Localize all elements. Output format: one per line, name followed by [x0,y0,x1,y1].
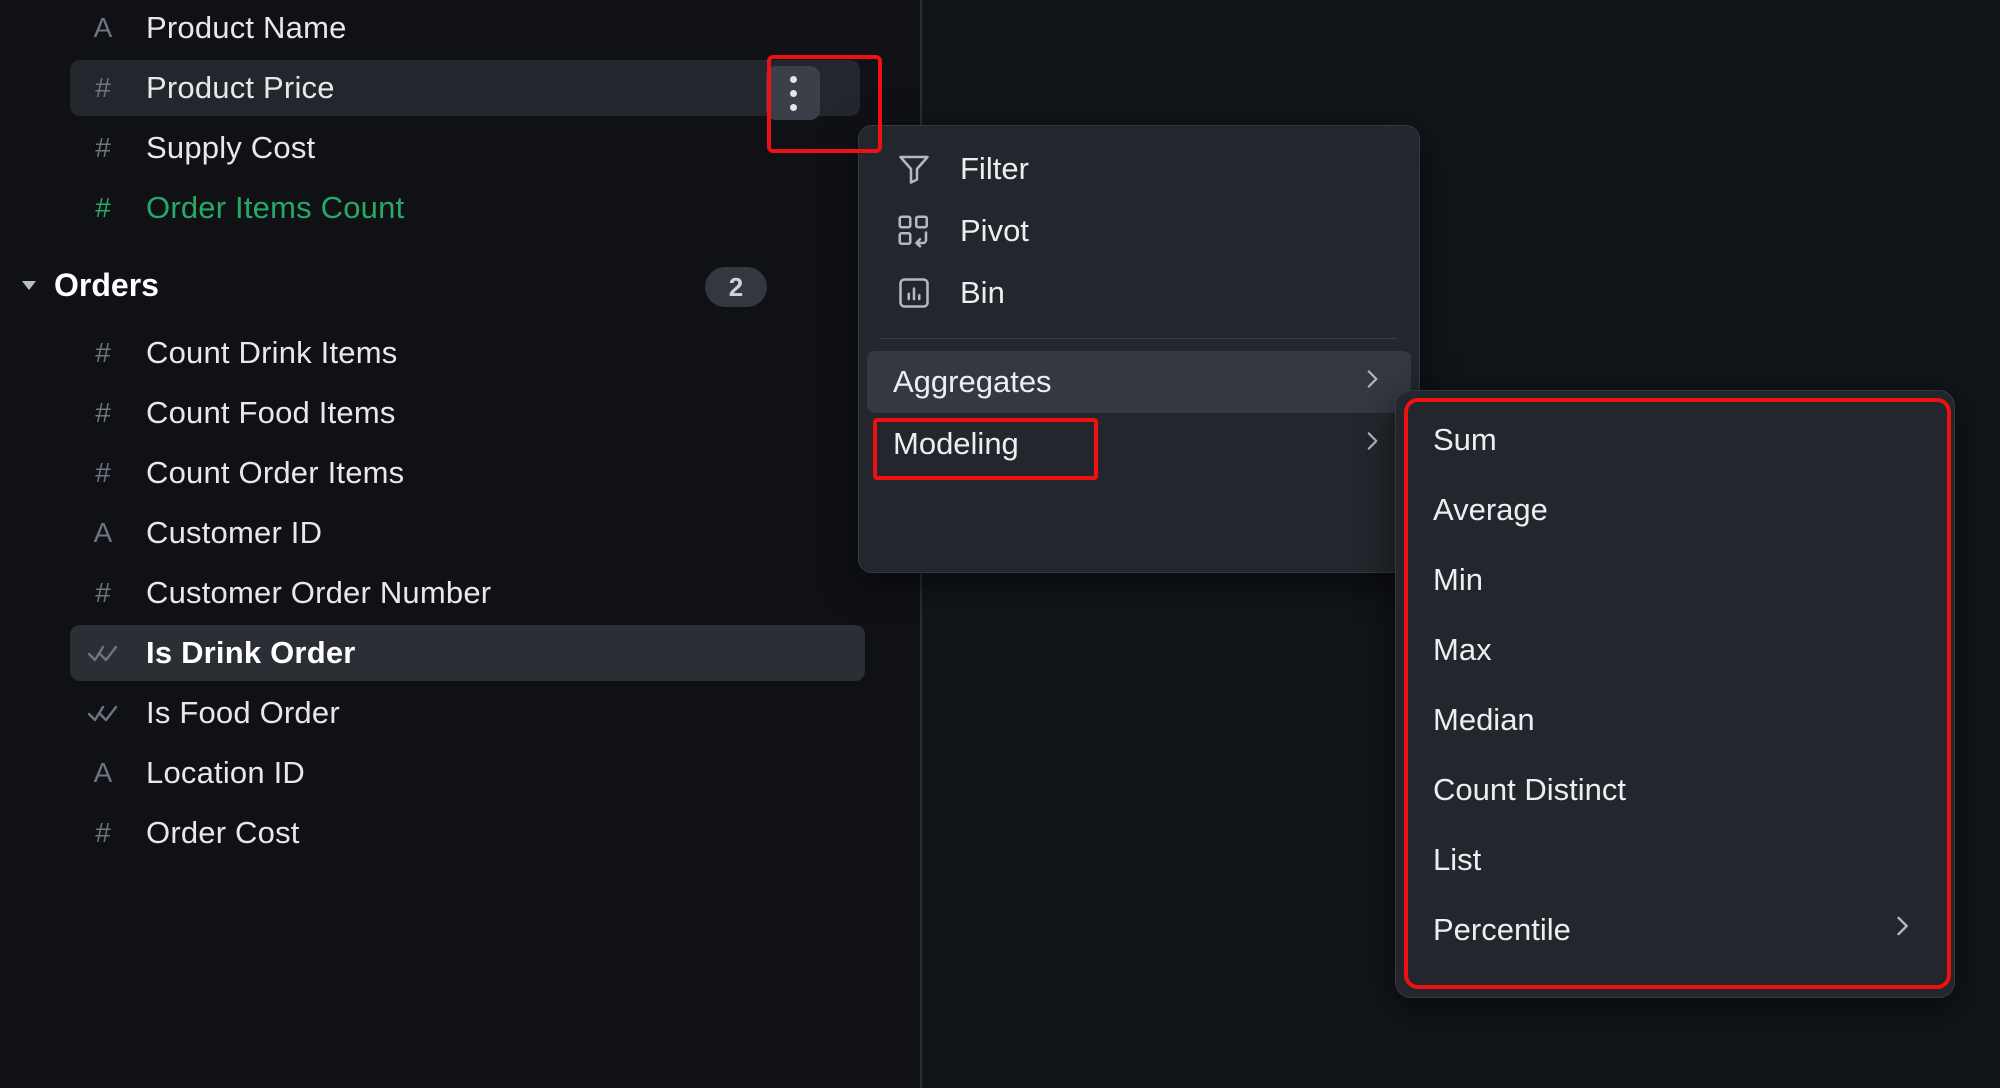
menu-item-label: Modeling [893,426,1019,461]
sidebar-field-order-items-count[interactable]: # Order Items Count [70,180,860,236]
sidebar-field-label: Order Items Count [146,190,405,225]
number-type-icon: # [95,817,111,848]
sidebar-field-label: Location ID [146,755,306,790]
chevron-right-icon [1359,426,1385,462]
submenu-item-count-distinct[interactable]: Count Distinct [1406,755,1944,825]
sidebar-field-label: Count Order Items [146,455,405,490]
menu-item-bin[interactable]: Bin [867,262,1411,324]
number-type-icon: # [95,397,111,428]
menu-item-filter[interactable]: Filter [867,138,1411,200]
submenu-item-label: Average [1433,492,1548,527]
submenu-item-label: Sum [1433,422,1497,457]
sidebar-field-label: Count Food Items [146,395,396,430]
submenu-item-label: List [1433,842,1482,877]
pivot-icon [893,210,935,252]
submenu-item-percentile[interactable]: Percentile [1406,895,1944,965]
submenu-item-label: Max [1433,632,1492,667]
chevron-right-icon [1888,912,1916,948]
caret-down-icon [18,274,40,296]
app-root: A Product Name # Product Price # Supply … [0,0,2000,1088]
number-type-icon: # [95,72,111,103]
submenu-item-label: Percentile [1433,912,1571,947]
sidebar-field-is-food-order[interactable]: Is Food Order [70,685,860,741]
menu-item-label: Filter [960,151,1029,186]
number-type-icon: # [95,192,111,223]
kebab-dot-icon [789,89,797,97]
submenu-item-sum[interactable]: Sum [1406,405,1944,475]
text-type-icon: A [93,757,113,788]
field-context-menu: Filter Pivot Bin Aggregates Modeling [858,125,1420,573]
submenu-item-average[interactable]: Average [1406,475,1944,545]
sidebar-field-is-drink-order[interactable]: Is Drink Order [70,625,865,681]
sidebar-group-orders[interactable]: Orders 2 [0,257,790,313]
sidebar-field-product-price[interactable]: # Product Price [70,60,860,116]
submenu-item-label: Median [1433,702,1535,737]
number-type-icon: # [95,337,111,368]
number-type-icon: # [95,132,111,163]
sidebar-field-supply-cost[interactable]: # Supply Cost [70,120,860,176]
boolean-type-icon [86,643,120,663]
menu-item-aggregates[interactable]: Aggregates [867,351,1411,413]
sidebar-field-count-food-items[interactable]: # Count Food Items [70,385,860,441]
menu-divider [881,338,1397,339]
sidebar-field-label: Order Cost [146,815,300,850]
sidebar-field-order-cost[interactable]: # Order Cost [70,805,860,861]
filter-icon [893,148,935,190]
fields-sidebar: A Product Name # Product Price # Supply … [0,0,920,1088]
kebab-dot-icon [789,103,797,111]
menu-item-label: Bin [960,275,1005,310]
sidebar-field-label: Count Drink Items [146,335,398,370]
number-type-icon: # [95,577,111,608]
menu-item-label: Aggregates [893,364,1052,399]
kebab-dot-icon [789,75,797,83]
aggregates-submenu: Sum Average Min Max Median Count Distinc… [1395,390,1955,998]
sidebar-field-location-id[interactable]: A Location ID [70,745,860,801]
sidebar-field-customer-order-number[interactable]: # Customer Order Number [70,565,860,621]
number-type-icon: # [95,457,111,488]
submenu-item-label: Min [1433,562,1483,597]
chevron-right-icon [1359,364,1385,400]
sidebar-field-label: Product Price [146,70,335,105]
text-type-icon: A [93,12,113,43]
sidebar-field-count-drink-items[interactable]: # Count Drink Items [70,325,860,381]
sidebar-field-label: Is Food Order [146,695,340,730]
sidebar-group-label: Orders [54,266,159,303]
sidebar-field-label: Customer ID [146,515,323,550]
sidebar-field-customer-id[interactable]: A Customer ID [70,505,860,561]
submenu-item-min[interactable]: Min [1406,545,1944,615]
submenu-item-median[interactable]: Median [1406,685,1944,755]
sidebar-field-label: Customer Order Number [146,575,492,610]
sidebar-field-product-name[interactable]: A Product Name [70,0,860,56]
submenu-item-max[interactable]: Max [1406,615,1944,685]
submenu-item-list[interactable]: List [1406,825,1944,895]
menu-item-modeling[interactable]: Modeling [867,413,1411,475]
boolean-type-icon [86,703,120,723]
sidebar-group-count-badge: 2 [705,267,767,307]
sidebar-field-count-order-items[interactable]: # Count Order Items [70,445,860,501]
sidebar-field-label: Product Name [146,10,347,45]
text-type-icon: A [93,517,113,548]
menu-item-label: Pivot [960,213,1029,248]
sidebar-field-label: Supply Cost [146,130,316,165]
submenu-item-label: Count Distinct [1433,772,1626,807]
field-options-button[interactable] [766,66,820,120]
sidebar-field-label: Is Drink Order [146,635,356,670]
menu-item-pivot[interactable]: Pivot [867,200,1411,262]
bin-chart-icon [893,272,935,314]
